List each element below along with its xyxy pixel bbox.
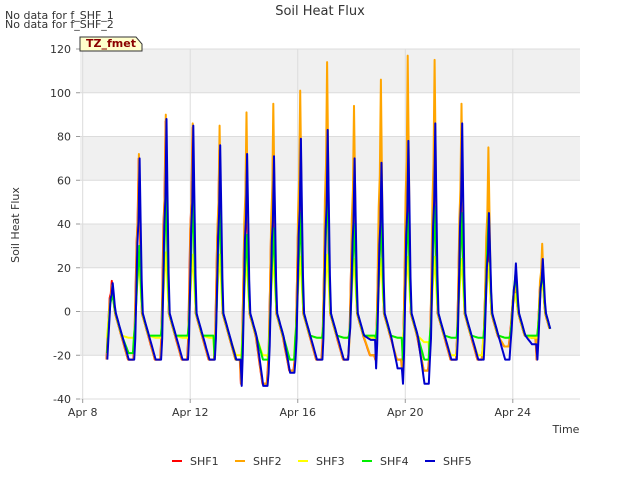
legend-label-shf2: SHF2 [253, 455, 282, 468]
background-band [80, 311, 580, 356]
y-tick-label: 80 [57, 131, 71, 144]
legend-label-shf4: SHF4 [380, 455, 409, 468]
y-axis-label: Soil Heat Flux [9, 187, 22, 263]
x-axis-ticks: Apr 8 Apr 12 Apr 16 Apr 20 Apr 24 [68, 399, 531, 419]
y-tick-label: 60 [57, 174, 71, 187]
background-band [80, 136, 580, 181]
x-tick-label: Apr 16 [279, 406, 316, 419]
soil-heat-flux-chart: -40-20020406080100120 Apr 8 Apr 12 Apr 16 A… [5, 4, 580, 468]
tag-box: TZ_fmet [79, 36, 143, 52]
y-tick-label: 120 [50, 43, 71, 56]
legend-label-shf5: SHF5 [443, 455, 472, 468]
x-tick-label: Apr 8 [68, 406, 98, 419]
y-axis-ticks: -40 -20 0 20 40 60 80 100 120 [50, 43, 80, 406]
x-tick-label: Apr 12 [172, 406, 209, 419]
y-tick-label: 0 [64, 306, 71, 319]
x-tick-label: Apr 20 [387, 406, 424, 419]
no-data-message-2: No data for f_SHF_2 [5, 18, 114, 31]
legend: SHF1 SHF2 SHF3 SHF4 SHF5 [172, 455, 472, 468]
y-tick-label: 20 [57, 262, 71, 275]
y-tick-label: -20 [53, 349, 71, 362]
x-tick-label: Apr 24 [495, 406, 532, 419]
tag-label: TZ_fmet [86, 37, 136, 50]
chart-title: Soil Heat Flux [275, 4, 365, 19]
y-tick-label: 100 [50, 87, 71, 100]
legend-label-shf3: SHF3 [316, 455, 345, 468]
x-axis-label: Time [552, 423, 580, 436]
y-tick-label: -40 [53, 393, 71, 406]
y-tick-label: 40 [57, 218, 71, 231]
background-band [80, 49, 580, 93]
legend-label-shf1: SHF1 [190, 455, 219, 468]
